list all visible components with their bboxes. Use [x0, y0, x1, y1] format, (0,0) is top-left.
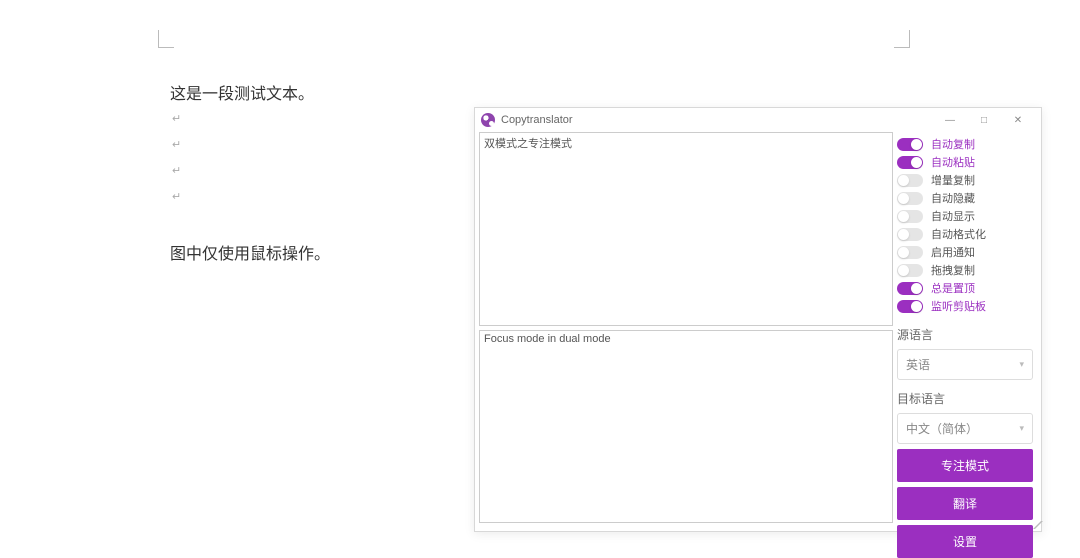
side-panel: 自动复制自动粘贴增量复制自动隐藏自动显示自动格式化启用通知拖拽复制总是置顶监听剪… — [893, 132, 1041, 531]
toggle-label: 自动显示 — [931, 208, 975, 224]
target-language-value: 中文（简体） — [906, 420, 978, 437]
minimize-button[interactable]: — — [933, 109, 967, 131]
page-corner-top-right — [894, 30, 910, 48]
toggle-row: 启用通知 — [897, 244, 1033, 260]
text-panels — [475, 132, 893, 531]
toggle-label: 自动隐藏 — [931, 190, 975, 206]
resize-grip-icon[interactable] — [1029, 519, 1039, 529]
toggle-label: 自动粘贴 — [931, 154, 975, 170]
app-logo-icon — [481, 113, 495, 127]
translate-button[interactable]: 翻译 — [897, 487, 1033, 520]
settings-button[interactable]: 设置 — [897, 525, 1033, 558]
toggle-switch[interactable] — [897, 210, 923, 223]
toggle-row: 增量复制 — [897, 172, 1033, 188]
toggle-switch[interactable] — [897, 246, 923, 259]
toggle-switch[interactable] — [897, 264, 923, 277]
toggle-switch[interactable] — [897, 174, 923, 187]
chevron-down-icon: ▾ — [1019, 423, 1024, 434]
paragraph-mark-icon: ↵ — [172, 112, 181, 125]
toggle-switch[interactable] — [897, 156, 923, 169]
toggle-label: 监听剪贴板 — [931, 298, 986, 314]
toggle-switch[interactable] — [897, 300, 923, 313]
toggle-row: 自动复制 — [897, 136, 1033, 152]
toggle-switch[interactable] — [897, 228, 923, 241]
toggle-row: 拖拽复制 — [897, 262, 1033, 278]
toggle-row: 自动粘贴 — [897, 154, 1033, 170]
toggle-label: 启用通知 — [931, 244, 975, 260]
source-textarea[interactable] — [479, 132, 893, 326]
target-language-label: 目标语言 — [897, 390, 1033, 407]
toggle-label: 自动格式化 — [931, 226, 986, 242]
toggle-row: 监听剪贴板 — [897, 298, 1033, 314]
chevron-down-icon: ▾ — [1019, 359, 1024, 370]
toggle-row: 自动格式化 — [897, 226, 1033, 242]
paragraph-mark-icon: ↵ — [172, 164, 181, 177]
toggle-row: 自动显示 — [897, 208, 1033, 224]
toggle-switch[interactable] — [897, 138, 923, 151]
toggle-label: 增量复制 — [931, 172, 975, 188]
focus-mode-button[interactable]: 专注模式 — [897, 449, 1033, 482]
toggle-switch[interactable] — [897, 282, 923, 295]
toggle-label: 自动复制 — [931, 136, 975, 152]
result-textarea[interactable] — [479, 330, 893, 524]
source-language-select[interactable]: 英语 ▾ — [897, 349, 1033, 380]
document-line-2[interactable]: 图中仅使用鼠标操作。 — [170, 240, 330, 264]
titlebar[interactable]: Copytranslator — □ ✕ — [475, 108, 1041, 132]
paragraph-mark-icon: ↵ — [172, 190, 181, 203]
toggle-label: 拖拽复制 — [931, 262, 975, 278]
paragraph-mark-icon: ↵ — [172, 138, 181, 151]
copytranslator-window: Copytranslator — □ ✕ 自动复制自动粘贴增量复制自动隐藏自动显… — [474, 107, 1042, 532]
document-line-1[interactable]: 这是一段测试文本。 — [170, 80, 314, 104]
app-title: Copytranslator — [501, 114, 573, 126]
close-button[interactable]: ✕ — [1001, 109, 1035, 131]
source-language-value: 英语 — [906, 356, 930, 373]
source-language-label: 源语言 — [897, 326, 1033, 343]
toggle-row: 自动隐藏 — [897, 190, 1033, 206]
target-language-select[interactable]: 中文（简体） ▾ — [897, 413, 1033, 444]
toggle-label: 总是置顶 — [931, 280, 975, 296]
maximize-button[interactable]: □ — [967, 109, 1001, 131]
page-corner-top-left — [158, 30, 174, 48]
toggle-row: 总是置顶 — [897, 280, 1033, 296]
toggle-switch[interactable] — [897, 192, 923, 205]
